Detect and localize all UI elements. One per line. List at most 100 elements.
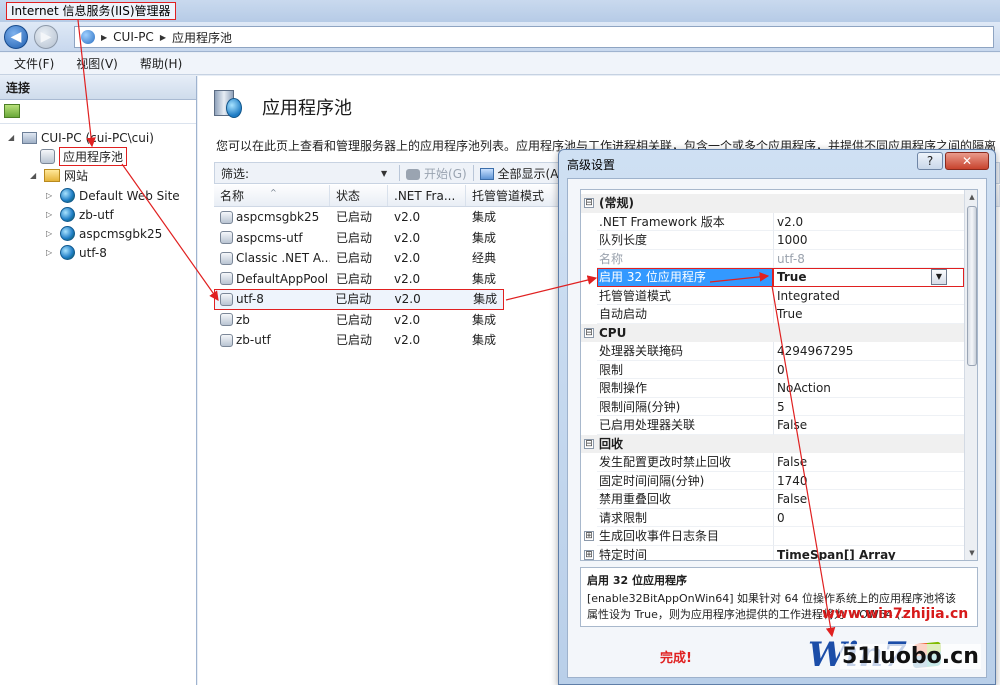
property-name: 已启用处理器关联 xyxy=(597,416,773,435)
start-filter-button[interactable]: 开始(G) xyxy=(406,165,467,182)
back-button[interactable]: ◀ xyxy=(4,25,28,49)
expand-triangle-icon[interactable]: ◢ xyxy=(8,133,18,142)
property-row[interactable]: ⊞ 生成回收事件日志条目 xyxy=(581,527,964,546)
property-row[interactable]: 处理器关联掩码 4294967295 xyxy=(581,342,964,361)
expand-icon[interactable]: ⊞ xyxy=(584,531,594,541)
property-value[interactable] xyxy=(773,527,964,546)
collapse-icon[interactable]: ⊟ xyxy=(584,327,594,338)
property-value[interactable]: utf-8 xyxy=(773,249,964,268)
property-row[interactable]: 请求限制 0 xyxy=(581,508,964,527)
property-name: 名称 xyxy=(597,250,773,268)
collapsed-triangle-icon[interactable]: ▷ xyxy=(46,210,56,219)
property-row[interactable]: ⊞ 特定时间 TimeSpan[] Array xyxy=(581,545,964,560)
collapsed-triangle-icon[interactable]: ▷ xyxy=(46,191,56,200)
cell-status: 已启动 xyxy=(336,251,373,265)
property-value[interactable]: 1740 xyxy=(773,471,964,490)
cell-name: aspcms-utf xyxy=(236,230,303,245)
expand-icon[interactable]: ⊞ xyxy=(584,549,594,560)
tree-item-site-label: zb-utf xyxy=(79,207,114,222)
help-button[interactable]: ? xyxy=(917,152,943,170)
property-grid-scrollbar[interactable]: ▲ ▼ xyxy=(964,190,977,560)
scrollbar-thumb[interactable] xyxy=(967,206,977,366)
menu-file[interactable]: 文件(F) xyxy=(14,55,54,72)
computer-icon xyxy=(22,131,37,144)
property-value[interactable]: NoAction xyxy=(773,379,964,398)
forward-button[interactable]: ▶ xyxy=(34,25,58,49)
property-row[interactable]: 限制 0 xyxy=(581,360,964,379)
property-row[interactable]: .NET Framework 版本 v2.0 xyxy=(581,212,964,231)
cell-mode: 集成 xyxy=(473,292,498,306)
dialog-body: ⊟ (常规) .NET Framework 版本 v2.0 队列长度 1000 名称 utf-… xyxy=(567,178,987,678)
collapsed-triangle-icon[interactable]: ▷ xyxy=(46,248,56,257)
collapse-icon[interactable]: ⊟ xyxy=(584,198,594,208)
property-row[interactable]: 禁用重叠回收 False xyxy=(581,490,964,509)
breadcrumb[interactable]: ▶ CUI-PC ▶ 应用程序池 xyxy=(74,26,994,48)
expand-triangle-icon[interactable]: ◢ xyxy=(30,171,40,180)
menu-view[interactable]: 视图(V) xyxy=(76,55,118,72)
property-value[interactable]: 1000 xyxy=(773,231,964,250)
column-header-net[interactable]: .NET Fra... xyxy=(388,185,466,206)
property-value[interactable]: 0 xyxy=(773,508,964,527)
property-row[interactable]: 自动启动 True xyxy=(581,305,964,324)
property-name: 限制间隔(分钟) xyxy=(597,398,773,416)
arrow-left-icon: ◀ xyxy=(10,29,22,45)
scroll-down-icon[interactable]: ▼ xyxy=(965,546,977,560)
scroll-up-icon[interactable]: ▲ xyxy=(965,190,977,204)
tree-item-site[interactable]: ▷ Default Web Site xyxy=(46,186,180,205)
property-row[interactable]: 限制操作 NoAction xyxy=(581,379,964,398)
property-row[interactable]: 已启用处理器关联 False xyxy=(581,416,964,435)
watermark-url: www.win7zhijia.cn xyxy=(822,606,969,622)
column-header-name[interactable]: ^ 名称 xyxy=(214,185,330,206)
property-name: 队列长度 xyxy=(597,231,773,250)
show-all-button[interactable]: 全部显示(A) xyxy=(479,165,563,182)
tree-item-app-pools[interactable]: 应用程序池 xyxy=(40,147,128,166)
address-bar: ◀ ▶ ▶ CUI-PC ▶ 应用程序池 xyxy=(0,22,1000,52)
property-category[interactable]: ⊟ CPU xyxy=(581,323,964,342)
property-value[interactable]: False xyxy=(773,490,964,509)
close-button[interactable]: ✕ xyxy=(945,152,989,170)
property-value[interactable]: 5 xyxy=(773,397,964,416)
property-row[interactable]: 固定时间间隔(分钟) 1740 xyxy=(581,471,964,490)
filter-input[interactable] xyxy=(255,165,376,181)
tree-item-site-label: Default Web Site xyxy=(79,188,180,203)
property-row[interactable]: 名称 utf-8 xyxy=(581,249,964,268)
property-row[interactable]: 托管管道模式 Integrated xyxy=(581,286,964,305)
property-value[interactable]: 4294967295 xyxy=(773,342,964,361)
tree-item-sites[interactable]: ◢ 网站 xyxy=(30,166,88,185)
breadcrumb-item-app-pools[interactable]: 应用程序池 xyxy=(172,29,232,46)
property-value[interactable]: v2.0 xyxy=(773,212,964,231)
property-value[interactable]: False xyxy=(773,416,964,435)
property-row[interactable]: 启用 32 位应用程序 True ▼ xyxy=(581,268,964,287)
property-value[interactable]: False xyxy=(773,453,964,472)
folder-icon xyxy=(44,169,60,182)
breadcrumb-item-server[interactable]: CUI-PC xyxy=(113,30,154,44)
cell-name: Classic .NET A... xyxy=(236,251,330,265)
property-category[interactable]: ⊟ (常规) xyxy=(581,194,964,213)
app-pool-icon xyxy=(220,292,233,306)
property-value[interactable]: Integrated xyxy=(773,286,964,305)
tree-item-site[interactable]: ▷ aspcmsgbk25 xyxy=(46,224,162,243)
tree-item-site[interactable]: ▷ zb-utf xyxy=(46,205,114,224)
collapsed-triangle-icon[interactable]: ▷ xyxy=(46,229,56,238)
tree-item-app-pools-label: 应用程序池 xyxy=(59,147,128,166)
binoculars-icon xyxy=(406,168,421,180)
connect-icon[interactable] xyxy=(4,104,20,118)
property-value[interactable]: TimeSpan[] Array xyxy=(773,545,964,560)
cell-net: v2.0 xyxy=(394,251,421,265)
tree-item-site-label: aspcmsgbk25 xyxy=(79,226,163,241)
chevron-down-icon[interactable]: ▼ xyxy=(381,169,387,178)
menu-help[interactable]: 帮助(H) xyxy=(140,55,182,72)
tree-item-server[interactable]: ◢ CUI-PC (cui-PC\cui) xyxy=(8,128,154,147)
website-globe-icon xyxy=(60,188,75,203)
property-row[interactable]: 队列长度 1000 xyxy=(581,231,964,250)
collapse-icon[interactable]: ⊟ xyxy=(584,438,594,449)
property-category[interactable]: ⊟ 回收 xyxy=(581,434,964,453)
tree-item-site[interactable]: ▷ utf-8 xyxy=(46,243,107,262)
cell-status: 已启动 xyxy=(336,271,373,286)
property-value[interactable]: True xyxy=(773,305,964,324)
property-dropdown-button[interactable]: ▼ xyxy=(931,269,947,285)
property-value[interactable]: 0 xyxy=(773,360,964,379)
property-row[interactable]: 限制间隔(分钟) 5 xyxy=(581,397,964,416)
column-header-status[interactable]: 状态 xyxy=(330,185,388,206)
property-row[interactable]: 发生配置更改时禁止回收 False xyxy=(581,453,964,472)
